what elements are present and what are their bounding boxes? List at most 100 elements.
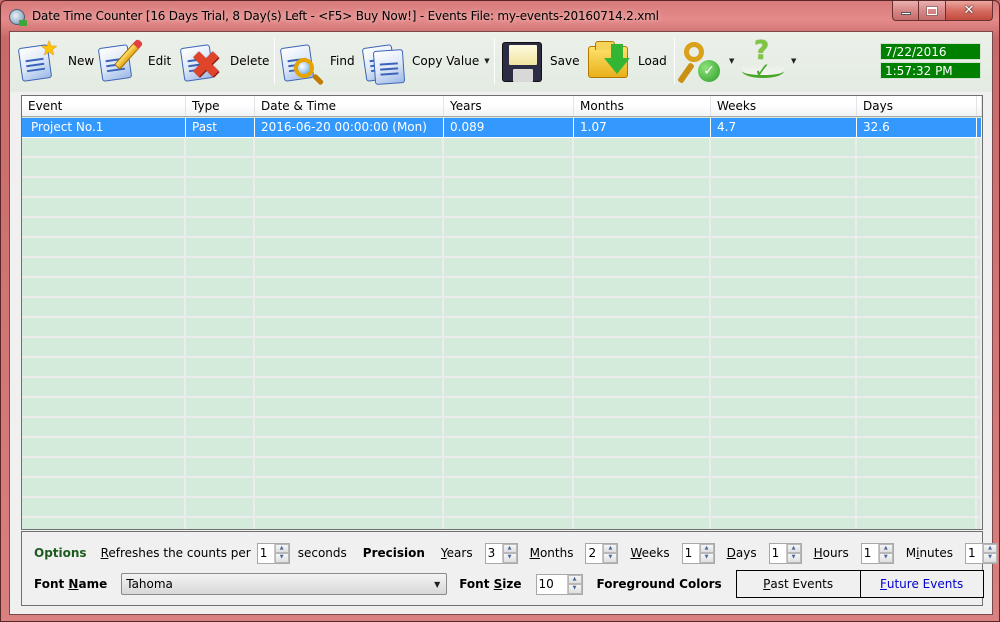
- column-header-event[interactable]: Event: [22, 96, 186, 116]
- future-events-color-button[interactable]: Future Events: [859, 571, 983, 597]
- window-title: Date Time Counter [16 Days Trial, 8 Day(…: [32, 9, 659, 23]
- spin-up-icon[interactable]: ▲: [699, 543, 714, 553]
- close-icon: ✕: [963, 3, 975, 18]
- spin-down-icon[interactable]: ▼: [699, 553, 714, 563]
- empty-cell: [255, 318, 444, 336]
- table-row[interactable]: Project No.1 Past 2016-06-20 00:00:00 (M…: [22, 118, 982, 138]
- empty-cell: [977, 298, 982, 316]
- empty-cell: [22, 518, 186, 529]
- empty-cell: [22, 258, 186, 276]
- precision-hours-stepper[interactable]: 1 ▲ ▼: [860, 542, 894, 564]
- column-header-filler: [977, 96, 982, 116]
- column-header-months[interactable]: Months: [574, 96, 711, 116]
- empty-cell: [711, 438, 857, 456]
- refresh-seconds-stepper[interactable]: 1 ▲ ▼: [256, 542, 290, 564]
- spin-up-icon[interactable]: ▲: [502, 543, 517, 553]
- caption-buttons: ✕: [892, 1, 993, 21]
- help-button[interactable]: ? ✓ ▼: [740, 34, 796, 88]
- empty-cell: [186, 178, 255, 196]
- minimize-button[interactable]: [892, 1, 919, 21]
- spin-up-icon[interactable]: ▲: [786, 543, 801, 553]
- column-header-days[interactable]: Days: [857, 96, 977, 116]
- column-header-weeks[interactable]: Weeks: [711, 96, 857, 116]
- precision-years-stepper[interactable]: 3 ▲ ▼: [484, 542, 518, 564]
- empty-cell: [857, 238, 977, 256]
- copy-value-dropdown-icon[interactable]: ▼: [484, 57, 489, 65]
- spin-down-icon[interactable]: ▼: [603, 553, 618, 563]
- empty-row: [22, 518, 982, 529]
- spin-up-icon[interactable]: ▲: [878, 543, 893, 553]
- maximize-button[interactable]: [919, 1, 946, 21]
- empty-cell: [255, 278, 444, 296]
- empty-cell: [186, 238, 255, 256]
- edit-document-pencil-icon: [96, 38, 142, 84]
- column-header-years[interactable]: Years: [444, 96, 574, 116]
- past-events-color-button[interactable]: Past Events: [736, 571, 860, 597]
- toolbar-separator: [494, 38, 495, 84]
- empty-cell: [711, 398, 857, 416]
- spin-up-icon[interactable]: ▲: [603, 543, 618, 553]
- edit-button[interactable]: Edit: [96, 34, 171, 88]
- empty-cell: [444, 458, 574, 476]
- copy-value-button[interactable]: Copy Value ▼: [360, 34, 490, 88]
- copy-value-button-label: Copy Value: [412, 54, 480, 68]
- empty-cell: [574, 258, 711, 276]
- events-grid[interactable]: Event Type Date & Time Years Months Week…: [21, 95, 983, 530]
- empty-cell: [444, 138, 574, 156]
- delete-button[interactable]: ✖ Delete: [178, 34, 269, 88]
- spin-up-icon[interactable]: ▲: [567, 574, 582, 584]
- spin-up-icon[interactable]: ▲: [983, 543, 998, 553]
- save-button[interactable]: Save: [498, 34, 579, 88]
- title-bar[interactable]: Date Time Counter [16 Days Trial, 8 Day(…: [1, 1, 1000, 31]
- options-row-font: Font Name Tahoma ▼ Font Size 10 ▲ ▼ Foregr…: [34, 570, 984, 598]
- precision-minutes-stepper[interactable]: 1 ▲ ▼: [965, 542, 999, 564]
- app-window: Date Time Counter [16 Days Trial, 8 Day(…: [0, 0, 1000, 622]
- empty-cell: [255, 218, 444, 236]
- empty-cell: [186, 418, 255, 436]
- precision-months-stepper[interactable]: 2 ▲ ▼: [585, 542, 619, 564]
- empty-cell: [574, 498, 711, 516]
- spin-down-icon[interactable]: ▼: [502, 553, 517, 563]
- empty-cell: [186, 358, 255, 376]
- empty-cell: [857, 178, 977, 196]
- empty-cell: [977, 258, 982, 276]
- empty-cell: [22, 338, 186, 356]
- empty-cell: [977, 238, 982, 256]
- empty-cell: [574, 478, 711, 496]
- empty-cell: [444, 258, 574, 276]
- precision-days-stepper[interactable]: 1 ▲ ▼: [768, 542, 802, 564]
- column-header-datetime[interactable]: Date & Time: [255, 96, 444, 116]
- license-dropdown-icon[interactable]: ▼: [729, 57, 734, 65]
- new-button[interactable]: ★ New: [16, 34, 94, 88]
- toolbar: ★ New Edit ✖ Delete Find Copy Value ▼ Sa…: [10, 32, 992, 92]
- spin-down-icon[interactable]: ▼: [786, 553, 801, 563]
- empty-cell: [574, 458, 711, 476]
- empty-cell: [444, 358, 574, 376]
- empty-cell: [711, 238, 857, 256]
- empty-cell: [186, 398, 255, 416]
- empty-cell: [574, 378, 711, 396]
- precision-weeks-stepper[interactable]: 1 ▲ ▼: [681, 542, 715, 564]
- find-button[interactable]: Find: [278, 34, 355, 88]
- empty-cell: [186, 158, 255, 176]
- refresh-unit-label: seconds: [297, 546, 347, 560]
- spin-up-icon[interactable]: ▲: [274, 543, 289, 553]
- font-size-stepper[interactable]: 10 ▲ ▼: [535, 573, 583, 595]
- spin-down-icon[interactable]: ▼: [274, 553, 289, 563]
- empty-cell: [255, 458, 444, 476]
- license-button[interactable]: ✓ ▼: [678, 34, 734, 88]
- spin-down-icon[interactable]: ▼: [567, 584, 582, 594]
- font-name-select[interactable]: Tahoma ▼: [121, 573, 448, 595]
- spin-down-icon[interactable]: ▼: [878, 553, 893, 563]
- spin-down-icon[interactable]: ▼: [983, 553, 998, 563]
- toolbar-separator: [274, 38, 275, 84]
- empty-cell: [22, 358, 186, 376]
- help-dropdown-icon[interactable]: ▼: [791, 57, 796, 65]
- load-button[interactable]: Load: [586, 34, 667, 88]
- chevron-down-icon[interactable]: ▼: [434, 580, 440, 589]
- column-header-type[interactable]: Type: [186, 96, 255, 116]
- close-button[interactable]: ✕: [946, 1, 993, 21]
- clock-date: 7/22/2016: [880, 43, 981, 60]
- cell-filler: [977, 118, 982, 137]
- empty-cell: [857, 258, 977, 276]
